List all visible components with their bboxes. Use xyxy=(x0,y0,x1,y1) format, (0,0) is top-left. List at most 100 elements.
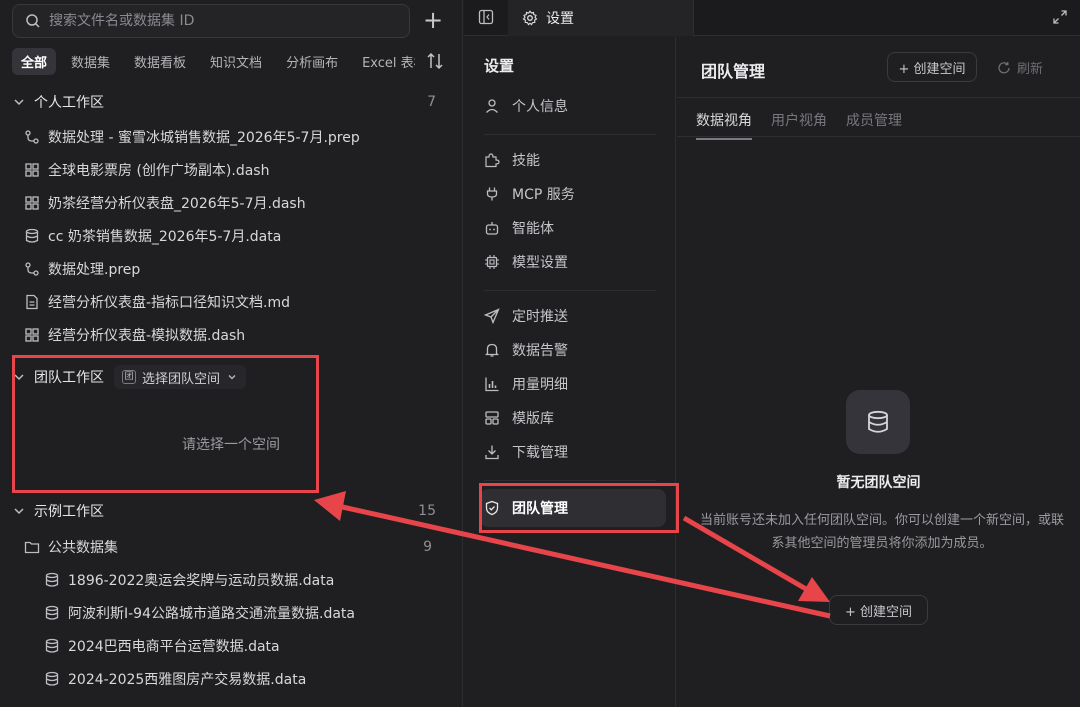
button-label: 刷新 xyxy=(1017,62,1044,77)
file-item[interactable]: 数据处理 - 蜜雪冰城销售数据_2026年5-7月.prep xyxy=(24,124,444,150)
nav-label: 团队管理 xyxy=(512,501,568,517)
empty-create-space-button[interactable]: + 创建空间 xyxy=(829,595,928,625)
file-name: 经营分析仪表盘-指标口径知识文档.md xyxy=(48,295,291,311)
file-item[interactable]: 1896-2022奥运会奖牌与运动员数据.data xyxy=(44,567,462,593)
section-title: 示例工作区 xyxy=(34,504,104,520)
file-name: 数据处理 - 蜜雪冰城销售数据_2026年5-7月.prep xyxy=(48,130,360,146)
file-item[interactable]: 全球电影票房 (创作广场副本).dash xyxy=(24,157,444,183)
filter-tabs: 全部 数据集 数据看板 知识文档 分析画布 Excel 表格 xyxy=(12,47,452,75)
send-icon xyxy=(484,308,500,324)
create-space-button[interactable]: + 创建空间 xyxy=(887,52,977,82)
button-label: + 创建空间 xyxy=(898,61,966,77)
refresh-icon xyxy=(998,61,1010,73)
prep-icon xyxy=(25,262,39,276)
file-explorer-panel: + 全部 数据集 数据看板 知识文档 分析画布 Excel 表格 个人工作区 7… xyxy=(0,0,463,707)
file-name: 全球电影票房 (创作广场副本).dash xyxy=(48,163,270,179)
nav-label: 数据告警 xyxy=(512,343,568,359)
nav-divider xyxy=(484,290,656,291)
expand-icon[interactable] xyxy=(1052,9,1068,25)
file-item[interactable]: 数据处理.prep xyxy=(24,256,444,282)
chevron-down-icon xyxy=(14,99,24,106)
file-name: 数据处理.prep xyxy=(48,262,141,278)
nav-item-mcp[interactable]: MCP 服务 xyxy=(484,180,654,208)
team-space-select[interactable]: 团 选择团队空间 xyxy=(114,365,247,389)
bar-chart-icon xyxy=(485,377,499,392)
sidebar-collapse-icon[interactable] xyxy=(478,9,494,25)
nav-item-usage[interactable]: 用量明细 xyxy=(484,370,654,398)
file-item[interactable]: 经营分析仪表盘-指标口径知识文档.md xyxy=(24,289,444,315)
nav-label: 下载管理 xyxy=(512,445,568,461)
file-item[interactable]: 2024-2025西雅图房产交易数据.data xyxy=(44,666,462,692)
nav-label: 个人信息 xyxy=(512,99,568,115)
tab-members[interactable]: 成员管理 xyxy=(846,110,902,130)
search-input[interactable] xyxy=(49,13,389,29)
tab-data-view[interactable]: 数据视角 xyxy=(696,110,752,140)
database-icon xyxy=(45,572,59,587)
database-icon xyxy=(45,605,59,620)
nav-label: 智能体 xyxy=(512,221,554,237)
nav-item-templates[interactable]: 模版库 xyxy=(484,404,654,432)
settings-nav: 设置 个人信息 技能 MCP 服务 智能体 模型设置 定时推送 数据告警 用量明… xyxy=(464,37,676,707)
nav-item-profile[interactable]: 个人信息 xyxy=(484,92,654,120)
file-name: 1896-2022奥运会奖牌与运动员数据.data xyxy=(68,573,335,589)
page-title: 团队管理 xyxy=(701,62,766,81)
nav-item-skills[interactable]: 技能 xyxy=(484,146,654,174)
empty-state-title: 暂无团队空间 xyxy=(836,475,921,491)
team-empty-text: 请选择一个空间 xyxy=(182,437,280,453)
empty-state-description: 当前账号还未加入任何团队空间。你可以创建一个新空间，或联系其他空间的管理员将你添… xyxy=(699,513,1064,551)
section-personal[interactable]: 个人工作区 7 xyxy=(12,90,442,114)
refresh-button[interactable]: 刷新 xyxy=(997,58,1043,77)
section-team[interactable]: 团队工作区 团 选择团队空间 xyxy=(12,365,442,389)
dashboard-icon xyxy=(25,163,39,177)
file-item[interactable]: 阿波利斯I-94公路城市道路交通流量数据.data xyxy=(44,600,462,626)
file-item[interactable]: 奶茶经营分析仪表盘_2026年5-7月.dash xyxy=(24,190,444,216)
search-row: + xyxy=(12,4,452,38)
nav-item-alerts[interactable]: 数据告警 xyxy=(484,336,654,364)
file-name: 奶茶经营分析仪表盘_2026年5-7月.dash xyxy=(48,196,306,212)
nav-divider xyxy=(484,480,656,481)
nav-item-downloads[interactable]: 下载管理 xyxy=(484,438,654,466)
template-icon xyxy=(485,411,499,425)
database-icon xyxy=(25,228,39,243)
user-icon xyxy=(486,99,498,113)
settings-window: 设置 设置 个人信息 技能 MCP 服务 智能体 模型设置 定时推送 数据告警 … xyxy=(464,0,1080,707)
dashboard-icon xyxy=(25,328,39,342)
sub-tabs: 数据视角 用户视角 成员管理 xyxy=(677,97,1080,140)
filter-excel[interactable]: Excel 表格 xyxy=(353,48,415,75)
team-select-label: 选择团队空间 xyxy=(142,371,221,387)
file-item[interactable]: 经营分析仪表盘-模拟数据.dash xyxy=(24,322,444,348)
file-item[interactable]: 2024巴西电商平台运营数据.data xyxy=(44,633,462,659)
folder-item[interactable]: 公共数据集 9 xyxy=(24,534,444,560)
settings-nav-title: 设置 xyxy=(484,57,515,75)
section-examples[interactable]: 示例工作区 15 xyxy=(12,499,442,523)
database-icon xyxy=(846,390,910,454)
search-box[interactable] xyxy=(12,4,410,38)
file-name: cc 奶茶销售数据_2026年5-7月.data xyxy=(48,229,282,245)
nav-item-team[interactable]: 团队管理 xyxy=(480,489,666,527)
section-count: 15 xyxy=(418,503,436,519)
file-name: 2024巴西电商平台运营数据.data xyxy=(68,639,280,655)
filter-datasets[interactable]: 数据集 xyxy=(62,48,119,75)
filter-all[interactable]: 全部 xyxy=(12,47,57,75)
chevron-down-icon xyxy=(14,508,24,515)
file-name: 2024-2025西雅图房产交易数据.data xyxy=(68,672,307,688)
add-icon[interactable]: + xyxy=(422,8,444,32)
filter-docs[interactable]: 知识文档 xyxy=(201,48,271,75)
filter-dashboards[interactable]: 数据看板 xyxy=(125,48,195,75)
bot-icon xyxy=(485,222,499,235)
database-icon xyxy=(45,671,59,686)
filter-canvas[interactable]: 分析画布 xyxy=(277,48,347,75)
tab-user-view[interactable]: 用户视角 xyxy=(771,110,827,130)
bell-icon xyxy=(484,343,500,357)
sort-icon[interactable] xyxy=(426,51,444,71)
file-item[interactable]: cc 奶茶销售数据_2026年5-7月.data xyxy=(24,223,444,249)
button-label: + 创建空间 xyxy=(844,604,913,620)
nav-label: 用量明细 xyxy=(512,377,568,393)
tab-settings[interactable]: 设置 xyxy=(508,0,694,36)
nav-item-schedule[interactable]: 定时推送 xyxy=(484,302,654,330)
shield-icon xyxy=(485,500,499,516)
download-icon xyxy=(485,445,499,460)
chip-icon xyxy=(485,255,499,269)
nav-item-models[interactable]: 模型设置 xyxy=(484,248,654,276)
nav-item-agents[interactable]: 智能体 xyxy=(484,214,654,242)
